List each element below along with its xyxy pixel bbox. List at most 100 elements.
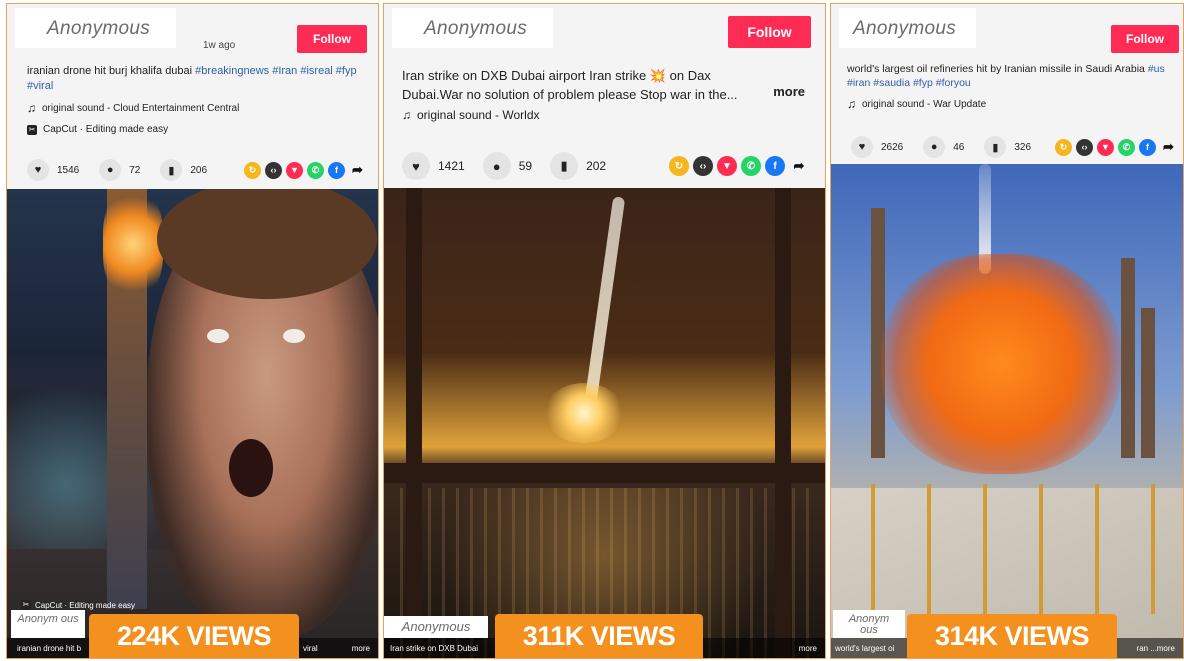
engagement-bar: ♥ 1546 ● 72 ▮ 206 ↻ ‹› ▼ ✆ f ➦ xyxy=(7,154,378,186)
author-name[interactable]: Anonymous xyxy=(392,8,554,48)
save-stat[interactable]: ▮ 206 xyxy=(160,159,207,181)
share-arrow-icon[interactable]: ➦ xyxy=(349,162,366,179)
card-header: Anonymous 1w ago Follow iranian drone hi… xyxy=(7,4,378,142)
like-stat[interactable]: ♥ 1421 xyxy=(402,152,465,180)
sound-line[interactable]: ♫ original sound - Cloud Entertainment C… xyxy=(27,101,239,115)
send-icon[interactable]: ▼ xyxy=(717,156,737,176)
mouth-shape xyxy=(229,439,273,497)
like-stat[interactable]: ♥ 1546 xyxy=(27,159,79,181)
comment-icon: ● xyxy=(482,152,511,180)
follow-button[interactable]: Follow xyxy=(297,25,367,53)
video-card-1[interactable]: Anonymous 1w ago Follow iranian drone hi… xyxy=(6,3,379,659)
author-name[interactable]: Anonymous xyxy=(15,8,177,48)
video-caption-end: viral xyxy=(303,644,318,653)
send-icon[interactable]: ▼ xyxy=(1097,138,1114,156)
video-thumbnail[interactable]: ✂ CapCut · Editing made easy iranian dro… xyxy=(7,189,378,658)
comment-stat[interactable]: ● 59 xyxy=(482,152,532,180)
save-stat[interactable]: ▮ 326 xyxy=(984,136,1031,158)
share-icons: ↻ ‹› ▼ ✆ f ➦ xyxy=(244,161,366,179)
overlay-author: Anonym ous xyxy=(833,610,905,638)
like-count: 1421 xyxy=(438,159,465,173)
whatsapp-icon[interactable]: ✆ xyxy=(307,161,324,179)
save-stat[interactable]: ▮ 202 xyxy=(550,152,606,180)
overlay-author: Anonymous xyxy=(384,616,488,638)
card-header: Anonymous Follow Iran strike on DXB Duba… xyxy=(384,4,825,142)
engagement-bar: ♥ 2626 ● 46 ▮ 326 ↻ ‹› ▼ ✆ f ➦ xyxy=(831,131,1183,163)
share-icons: ↻ ‹› ▼ ✆ f ➦ xyxy=(669,156,809,176)
facebook-icon[interactable]: f xyxy=(765,156,785,176)
facebook-icon[interactable]: f xyxy=(1139,138,1156,156)
refinery-tower xyxy=(1141,308,1155,458)
video-caption: iranian drone hit b xyxy=(17,644,82,653)
sound-label: original sound - War Update xyxy=(862,98,987,110)
sound-line[interactable]: ♫ original sound - War Update xyxy=(847,97,986,111)
video-thumbnail[interactable]: Iran strike on DXB Dubai more Anonymous … xyxy=(384,188,825,658)
comment-stat[interactable]: ● 72 xyxy=(99,159,140,181)
video-caption: world's largest oi xyxy=(835,644,895,653)
post-time: 1w ago xyxy=(203,40,236,51)
video-more-link[interactable]: more xyxy=(1157,644,1175,653)
refinery-tower xyxy=(1121,258,1135,458)
like-stat[interactable]: ♥ 2626 xyxy=(851,136,903,158)
explosion-fireball xyxy=(881,254,1121,474)
heart-icon: ♥ xyxy=(851,136,873,158)
share-arrow-icon[interactable]: ➦ xyxy=(789,156,809,176)
author-name[interactable]: Anonymous xyxy=(839,8,977,48)
save-count: 206 xyxy=(190,164,208,176)
repost-icon[interactable]: ↻ xyxy=(244,161,261,179)
follow-button[interactable]: Follow xyxy=(728,16,811,48)
send-icon[interactable]: ▼ xyxy=(286,161,303,179)
engagement-bar: ♥ 1421 ● 59 ▮ 202 ↻ ‹› ▼ ✆ f ➦ xyxy=(384,150,825,182)
views-badge: 224K VIEWS xyxy=(89,614,299,658)
capcut-label: CapCut · Editing made easy xyxy=(43,124,169,135)
bookmark-icon: ▮ xyxy=(550,152,579,180)
save-count: 202 xyxy=(586,159,607,173)
video-more-link[interactable]: more xyxy=(352,644,370,653)
comment-icon: ● xyxy=(923,136,946,158)
comment-count: 72 xyxy=(129,164,141,176)
video-card-2[interactable]: Anonymous Follow Iran strike on DXB Duba… xyxy=(383,3,826,659)
video-caption: Iran strike on DXB Dubai xyxy=(390,644,479,653)
card-header: Anonymous Follow world's largest oil ref… xyxy=(831,4,1183,142)
repost-icon[interactable]: ↻ xyxy=(669,156,689,176)
comment-stat[interactable]: ● 46 xyxy=(923,136,964,158)
video-thumbnail[interactable]: world's largest oi ran ... more Anonym o… xyxy=(831,164,1183,658)
music-note-icon: ♫ xyxy=(402,108,411,122)
bookmark-icon: ▮ xyxy=(160,159,183,181)
video-card-3[interactable]: Anonymous Follow world's largest oil ref… xyxy=(830,3,1184,659)
sound-label: original sound - Worldx xyxy=(417,108,540,122)
capcut-icon: ✂ xyxy=(21,600,31,610)
like-count: 2626 xyxy=(881,141,904,153)
fire-glow xyxy=(103,189,163,299)
capcut-watermark-label: CapCut · Editing made easy xyxy=(35,600,136,610)
share-arrow-icon[interactable]: ➦ xyxy=(1160,139,1177,156)
explosion-glow xyxy=(544,383,624,443)
capcut-line[interactable]: ✂ CapCut · Editing made easy xyxy=(27,124,168,135)
repost-icon[interactable]: ↻ xyxy=(1055,138,1072,156)
window-frame-left xyxy=(406,188,422,658)
window-frame-middle xyxy=(384,463,825,483)
whatsapp-icon[interactable]: ✆ xyxy=(1118,138,1135,156)
embed-icon[interactable]: ‹› xyxy=(693,156,713,176)
embed-icon[interactable]: ‹› xyxy=(1076,138,1093,156)
sound-label: original sound - Cloud Entertainment Cen… xyxy=(42,102,240,114)
capcut-icon: ✂ xyxy=(27,124,37,135)
save-count: 326 xyxy=(1014,141,1032,153)
embed-icon[interactable]: ‹› xyxy=(265,161,282,179)
music-note-icon: ♫ xyxy=(847,97,856,111)
video-caption-end: ran ... xyxy=(1136,644,1157,653)
music-note-icon: ♫ xyxy=(27,101,36,115)
post-caption: iranian drone hit burj khalifa dubai #br… xyxy=(27,64,366,94)
bookmark-icon: ▮ xyxy=(984,136,1007,158)
video-more-link[interactable]: more xyxy=(799,644,817,653)
eye-left xyxy=(207,329,229,343)
views-badge: 314K VIEWS xyxy=(907,614,1117,658)
follow-button[interactable]: Follow xyxy=(1111,25,1179,53)
whatsapp-icon[interactable]: ✆ xyxy=(741,156,761,176)
capcut-watermark: ✂ CapCut · Editing made easy xyxy=(21,600,135,610)
caption-more-link[interactable]: more xyxy=(773,84,805,99)
caption-text: world's largest oil refineries hit by Ir… xyxy=(847,63,1148,75)
comment-count: 46 xyxy=(953,141,965,153)
facebook-icon[interactable]: f xyxy=(328,161,345,179)
sound-line[interactable]: ♫ original sound - Worldx xyxy=(402,108,540,122)
